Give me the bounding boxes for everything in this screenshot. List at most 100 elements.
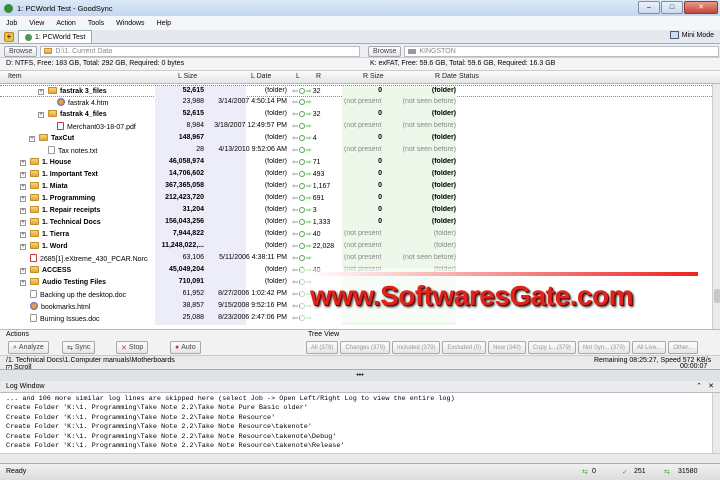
sync-direction[interactable]: ⇦ ⇨ 32 (292, 87, 321, 96)
sync-direction[interactable]: ⇦ ⇨ 691 (292, 194, 324, 203)
menu-help[interactable]: Help (157, 20, 171, 27)
sync-direction[interactable]: ⇦ ⇨ 4 (292, 134, 317, 143)
right-path-field[interactable]: KINGSTON (404, 45, 720, 57)
table-row[interactable]: + TaxCut 148,967 (folder) ⇦ ⇨ 4 0 (folder) (0, 133, 712, 145)
filter-button[interactable]: Included (379) (392, 341, 441, 354)
expand-icon[interactable]: + (20, 268, 26, 274)
right-arrow-icon: ⇨ (305, 171, 312, 178)
sync-direction[interactable]: ⇦ ⇨ 1,167 (292, 182, 330, 191)
vertical-scrollbar[interactable] (712, 84, 720, 329)
expand-icon[interactable]: + (20, 232, 26, 238)
left-arrow-icon: ⇦ (292, 159, 298, 166)
auto-button[interactable]: ● Auto (170, 341, 201, 354)
l-size: 38,857 (182, 302, 204, 309)
sync-direction[interactable]: ⇦ ⇨ 493 (292, 170, 324, 179)
filter-button[interactable]: Excluded (0) (442, 341, 487, 354)
menu-view[interactable]: View (29, 20, 44, 27)
filter-button[interactable]: Not Syn... (379) (577, 341, 630, 354)
filter-button[interactable]: Copy L...(379) (527, 341, 576, 354)
filter-button[interactable]: Other... (668, 341, 698, 354)
log-scrollbar[interactable] (712, 393, 720, 453)
expand-icon[interactable]: + (20, 208, 26, 214)
add-job-icon[interactable]: + (4, 31, 14, 42)
panel-splitter[interactable]: ••• (0, 369, 720, 381)
filter-button[interactable]: Changes (379) (340, 341, 391, 354)
close-button[interactable]: ✕ (684, 1, 718, 14)
filter-button[interactable]: All Live... (631, 341, 667, 354)
expand-icon[interactable]: + (20, 244, 26, 250)
col-rdate[interactable]: R Date (435, 73, 457, 80)
sync-direction[interactable]: ⇦ ⇨ 71 (292, 158, 321, 167)
table-row[interactable]: +1. Technical Docs 156,043,256 (folder) ⇦ ⇨ 1… (0, 217, 712, 229)
sync-direction[interactable]: ⇦ ⇨ 1,333 (292, 218, 330, 227)
log-horizontal-scrollbar[interactable] (0, 453, 720, 463)
status-bar: Ready ⇆ 0 ✓ 251 ⇆ 31580 (0, 463, 720, 480)
sync-direction[interactable]: ⇦ ⇨ 3 (292, 206, 317, 215)
table-row[interactable]: +1. Tierra 7,944,822 (folder) ⇦ ⇨ 40 (not pres… (0, 229, 712, 241)
expand-icon[interactable]: + (20, 160, 26, 166)
filter-button[interactable]: All (379) (306, 341, 339, 354)
r-size: 0 (378, 87, 382, 94)
item-name: fastrak 4.htm (57, 98, 148, 107)
table-row[interactable]: +1. Word 11,248,022,... (folder) ⇦ ⇨ 22,028 (n… (0, 241, 712, 253)
menu-windows[interactable]: Windows (116, 20, 144, 27)
l-date: 9/15/2008 9:52:16 PM (218, 302, 287, 309)
col-r[interactable]: R (316, 73, 321, 80)
table-row[interactable]: +1. Important Text 14,706,602 (folder) ⇦ ⇨ 49… (0, 169, 712, 181)
col-item[interactable]: Item (8, 73, 22, 80)
close-log-icon[interactable]: ✕ (708, 382, 714, 390)
sync-direction[interactable]: ⇦⇨40 (292, 230, 321, 239)
sync-button[interactable]: ⇆ Sync (62, 341, 96, 354)
sync-direction[interactable]: ⇦⇨ (292, 122, 313, 130)
table-row[interactable]: +1. Miata 367,365,058 (folder) ⇦ ⇨ 1,167 0 (fol… (0, 181, 712, 193)
minimize-button[interactable]: – (638, 1, 660, 14)
expand-icon[interactable]: + (20, 280, 26, 286)
table-row[interactable]: 2685[1].eXtreme_430_PCAR.Norcal.pdf 63,10… (0, 253, 712, 265)
table-row[interactable]: + fastrak 3_files 52,615 (folder) ⇦ ⇨ 32 0 (fold… (0, 85, 712, 98)
sync-direction[interactable]: ⇦ ⇨ 22,028 (292, 242, 334, 251)
left-browse-button[interactable]: Browse (4, 45, 38, 57)
menu-action[interactable]: Action (56, 20, 75, 27)
table-row[interactable]: fastrak 4.htm 23,988 3/14/2007 4:50:14 PM ⇦… (0, 97, 712, 109)
expand-icon[interactable]: + (38, 112, 44, 118)
menu-job[interactable]: Job (6, 20, 17, 27)
scroll-thumb[interactable] (714, 289, 720, 303)
collapse-icon[interactable]: ⌃ (696, 382, 702, 390)
tab-pcworld-test[interactable]: 1: PCWorld Test (18, 30, 93, 43)
table-row[interactable]: +1. Repair receipts 31,204 (folder) ⇦ ⇨ 3 0 (fo… (0, 205, 712, 217)
expand-icon[interactable]: + (20, 184, 26, 190)
l-date: (folder) (264, 170, 287, 177)
expand-icon[interactable]: + (20, 220, 26, 226)
table-row[interactable]: + fastrak 4_files 52,615 (folder) ⇦ ⇨ 32 0 (fold… (0, 109, 712, 121)
sync-direction[interactable]: ⇦⇨ (292, 254, 313, 262)
col-ldate[interactable]: L Date (251, 73, 271, 80)
stop-button[interactable]: ✕ Stop (116, 341, 149, 354)
mini-mode-button[interactable]: Mini Mode (669, 31, 714, 39)
sync-direction[interactable]: ⇦⇨ (292, 146, 313, 154)
table-row[interactable]: +1. House 46,058,974 (folder) ⇦ ⇨ 71 0 (folder) (0, 157, 712, 169)
table-row[interactable]: Tax notes.txt 28 4/13/2010 9:52:06 AM ⇦ ⇨ (no… (0, 145, 712, 157)
menu-tools[interactable]: Tools (88, 20, 104, 27)
left-path-field[interactable]: D:\1. Current Data (40, 45, 361, 57)
col-status[interactable]: Status (459, 73, 479, 80)
folder-icon (30, 182, 39, 189)
expand-icon[interactable]: + (29, 136, 35, 142)
right-arrow-icon: ⇨ (305, 135, 312, 142)
right-browse-button[interactable]: Browse (368, 45, 402, 57)
sync-direction[interactable]: ⇦⇨ (292, 98, 313, 106)
maximize-button[interactable]: □ (661, 1, 683, 14)
expand-icon[interactable]: + (38, 89, 44, 95)
col-rsize[interactable]: R Size (363, 73, 384, 80)
l-size: 148,967 (178, 134, 204, 141)
filter-button[interactable]: New (340) (488, 341, 526, 354)
table-row[interactable]: Merchant03-18-07.pdf 8,984 3/18/2007 12:49… (0, 121, 712, 133)
left-arrow-icon: ⇦ (292, 147, 298, 154)
expand-icon[interactable]: + (20, 172, 26, 178)
table-row[interactable]: +1. Programming 212,423,720 (folder) ⇦ ⇨ 691 0… (0, 193, 712, 205)
expand-icon[interactable]: + (20, 196, 26, 202)
analyze-button[interactable]: ⌕ Analyze (8, 341, 49, 354)
col-lsize[interactable]: L Size (178, 73, 197, 80)
sync-direction[interactable]: ⇦ ⇨ 32 (292, 110, 321, 119)
left-arrow-icon: ⇦ (292, 255, 298, 262)
col-l[interactable]: L (296, 73, 300, 80)
